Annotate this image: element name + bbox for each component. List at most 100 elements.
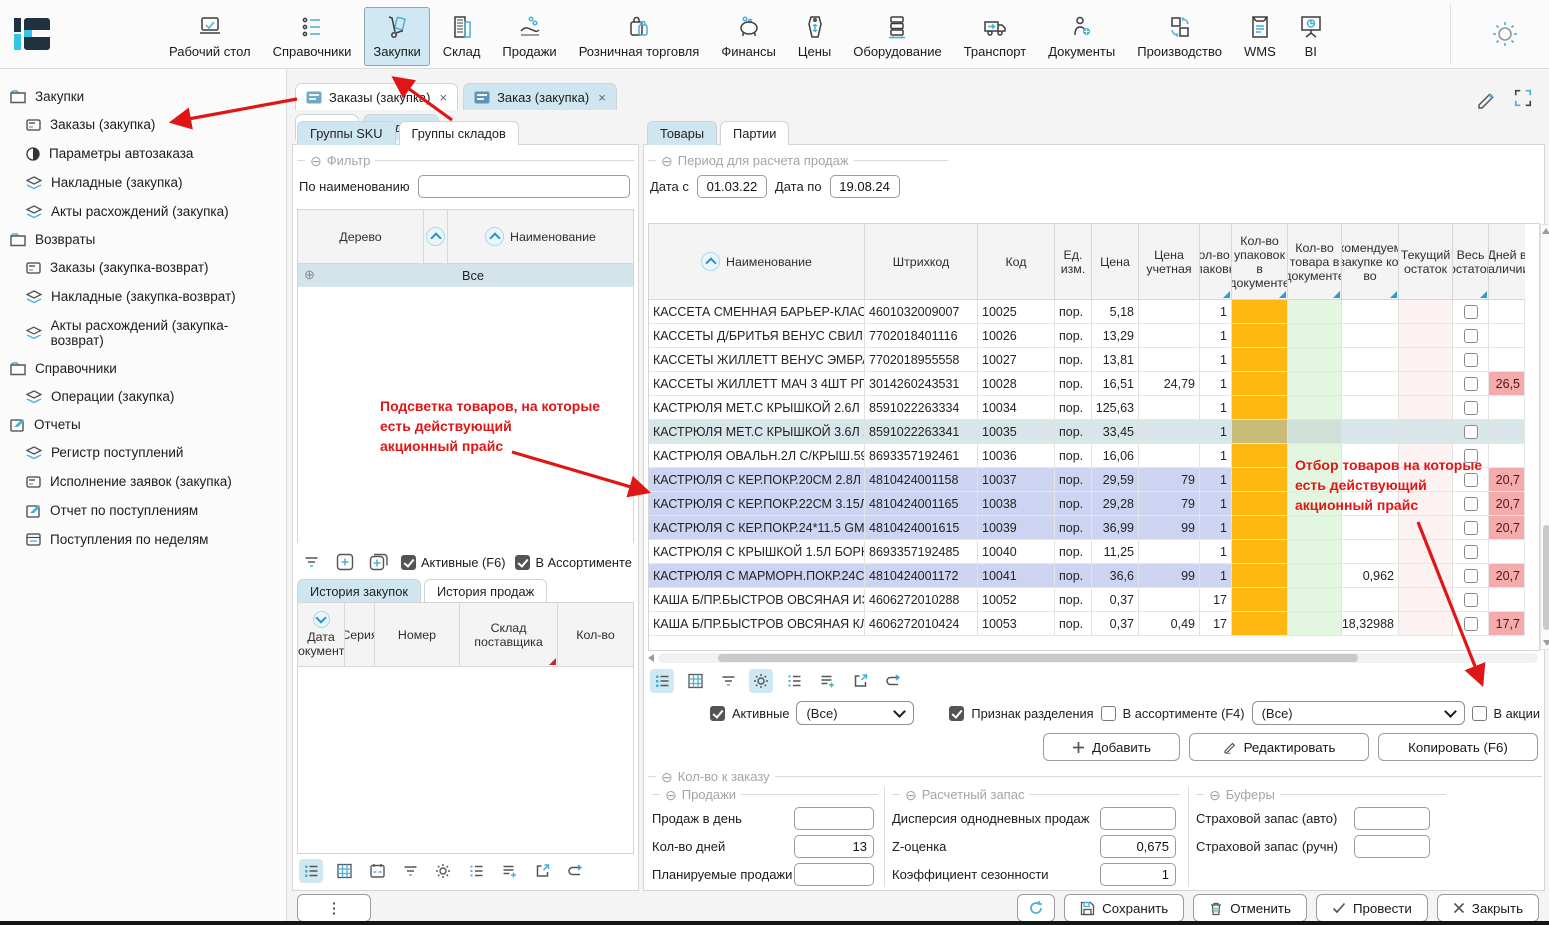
- vertical-scroll-thumb[interactable]: [1543, 525, 1549, 630]
- sidebar-item-request-fulfillment[interactable]: Исполнение заявок (закупка): [0, 467, 286, 496]
- tab-goods[interactable]: Товары: [647, 121, 717, 145]
- tree-sort-button[interactable]: [424, 210, 448, 264]
- scroll-left-icon[interactable]: [648, 654, 654, 662]
- add-box-icon[interactable]: [333, 550, 357, 574]
- dispersion-input[interactable]: [1100, 807, 1176, 830]
- z-score-input[interactable]: [1100, 835, 1176, 858]
- copy-f6-button[interactable]: Копировать (F6): [1378, 733, 1538, 761]
- filter-icon[interactable]: [716, 669, 740, 693]
- add-multi-box-icon[interactable]: [367, 550, 391, 574]
- tab-orders-purchase[interactable]: Заказы (закупка) ×: [295, 83, 458, 110]
- sidebar-item-invoices-purchase[interactable]: Накладные (закупка): [0, 168, 286, 197]
- active-checkbox[interactable]: [710, 706, 725, 721]
- edit-pencil-icon[interactable]: [1475, 87, 1497, 109]
- col-packs-in-doc[interactable]: Кол-во упаковок в документе: [1232, 224, 1288, 300]
- tab-order-purchase[interactable]: Заказ (закупка) ×: [463, 83, 617, 110]
- tab-close-icon[interactable]: ×: [439, 90, 447, 105]
- row-stock-checkbox[interactable]: [1464, 425, 1478, 439]
- nav-purchases[interactable]: Закупки: [364, 7, 429, 66]
- scroll-down-icon[interactable]: [1543, 640, 1549, 646]
- planned-sales-input[interactable]: [794, 863, 874, 886]
- col-price[interactable]: Цена: [1092, 224, 1139, 300]
- filter-icon[interactable]: [299, 550, 323, 574]
- nav-prices[interactable]: Цены: [789, 7, 840, 66]
- tab-warehouse-groups[interactable]: Группы складов: [399, 121, 519, 145]
- refresh-button[interactable]: [1017, 894, 1055, 922]
- edit-button[interactable]: Редактировать: [1189, 733, 1369, 761]
- nav-finance[interactable]: Финансы: [712, 7, 785, 66]
- save-button[interactable]: Сохранить: [1064, 894, 1184, 922]
- safety-stock-manual-input[interactable]: [1354, 835, 1430, 858]
- date-from-input[interactable]: [697, 175, 767, 198]
- sidebar-item-receipt-report[interactable]: Отчет по поступлениям: [0, 496, 286, 525]
- nav-bi[interactable]: BI: [1289, 7, 1333, 66]
- history-col-supplier-warehouse[interactable]: Склад поставщика: [460, 603, 558, 667]
- cancel-button[interactable]: Отменить: [1193, 894, 1307, 922]
- assortment-checkbox[interactable]: [515, 555, 530, 570]
- gear-icon[interactable]: [749, 669, 773, 693]
- sales-per-day-input[interactable]: [794, 807, 874, 830]
- col-unit[interactable]: Ед. изм.: [1055, 224, 1092, 300]
- row-stock-checkbox[interactable]: [1464, 569, 1478, 583]
- nav-warehouse[interactable]: Склад: [434, 7, 490, 66]
- col-code[interactable]: Код: [978, 224, 1055, 300]
- horizontal-scrollbar[interactable]: [648, 652, 1538, 664]
- add-button[interactable]: Добавить: [1043, 733, 1180, 761]
- sidebar-item-discrepancy-return[interactable]: Акты расхождений (закупка-возврат): [0, 311, 286, 355]
- sidebar-item-orders-return[interactable]: Заказы (закупка-возврат): [0, 253, 286, 282]
- row-stock-checkbox[interactable]: [1464, 521, 1478, 535]
- sidebar-item-orders-purchase[interactable]: Заказы (закупка): [0, 110, 286, 139]
- row-stock-checkbox[interactable]: [1464, 617, 1478, 631]
- promo-checkbox[interactable]: [1472, 706, 1487, 721]
- tab-close-icon[interactable]: ×: [598, 90, 606, 105]
- numbered-list-icon[interactable]: [464, 859, 488, 883]
- nav-production[interactable]: Производство: [1128, 7, 1231, 66]
- col-days-available[interactable]: Дней в наличии,: [1489, 224, 1525, 300]
- col-current-stock[interactable]: Текущий остаток: [1399, 224, 1453, 300]
- expand-icon[interactable]: ⊕: [298, 267, 430, 283]
- nav-retail[interactable]: Розничная торговля: [570, 7, 709, 66]
- sidebar-item-invoices-return[interactable]: Накладные (закупка-возврат): [0, 282, 286, 311]
- post-button[interactable]: Провести: [1316, 894, 1428, 922]
- vertical-scrollbar[interactable]: [1540, 224, 1549, 650]
- safety-stock-auto-input[interactable]: [1354, 807, 1430, 830]
- nav-directories[interactable]: Справочники: [264, 7, 361, 66]
- sidebar-item-receipt-register[interactable]: Регистр поступлений: [0, 438, 286, 467]
- collapse-icon[interactable]: ⊖: [1209, 788, 1221, 802]
- nav-documents[interactable]: Документы: [1039, 7, 1124, 66]
- col-account-price[interactable]: Цена учетная: [1139, 224, 1200, 300]
- horizontal-scroll-thumb[interactable]: [718, 654, 1358, 662]
- col-name[interactable]: Наименование: [649, 224, 865, 300]
- split-flag-checkbox[interactable]: [949, 706, 964, 721]
- history-col-number[interactable]: Номер: [375, 603, 460, 667]
- sidebar-item-operations-purchase[interactable]: Операции (закупка): [0, 382, 286, 411]
- sidebar-item-weekly-receipts[interactable]: Поступления по неделям: [0, 525, 286, 554]
- row-stock-checkbox[interactable]: [1464, 305, 1478, 319]
- row-stock-checkbox[interactable]: [1464, 545, 1478, 559]
- tab-purchase-history[interactable]: История закупок: [297, 579, 421, 603]
- history-col-date[interactable]: Дата документа: [298, 603, 345, 667]
- assortment-filter-select[interactable]: (Все): [1252, 701, 1465, 725]
- list-add-icon[interactable]: [815, 669, 839, 693]
- more-actions-button[interactable]: ⋮: [297, 894, 371, 922]
- numbered-list-icon[interactable]: [782, 669, 806, 693]
- row-stock-checkbox[interactable]: [1464, 353, 1478, 367]
- list-view-icon[interactable]: [650, 669, 674, 693]
- tab-sku-groups[interactable]: Группы SKU: [297, 121, 396, 145]
- col-barcode[interactable]: Штрихкод: [865, 224, 978, 300]
- col-recommended[interactable]: Рекомендуемое к закупке кол-во: [1342, 224, 1399, 300]
- gear-icon[interactable]: [431, 859, 455, 883]
- sidebar-group-returns[interactable]: Возвраты: [0, 226, 286, 253]
- collapse-icon[interactable]: ⊖: [661, 154, 673, 168]
- sidebar-group-references[interactable]: Справочники: [0, 355, 286, 382]
- sidebar-group-purchases[interactable]: Закупки: [0, 83, 286, 110]
- history-col-series[interactable]: Серия: [345, 603, 375, 667]
- row-stock-checkbox[interactable]: [1464, 329, 1478, 343]
- row-stock-checkbox[interactable]: [1464, 593, 1478, 607]
- row-stock-checkbox[interactable]: [1464, 377, 1478, 391]
- seasonality-input[interactable]: [1100, 863, 1176, 886]
- name-filter-input[interactable]: [418, 175, 630, 198]
- tree-col-name[interactable]: Наименование: [448, 210, 633, 264]
- collapse-icon[interactable]: ⊖: [310, 154, 322, 168]
- assortment-f4-checkbox[interactable]: [1101, 706, 1116, 721]
